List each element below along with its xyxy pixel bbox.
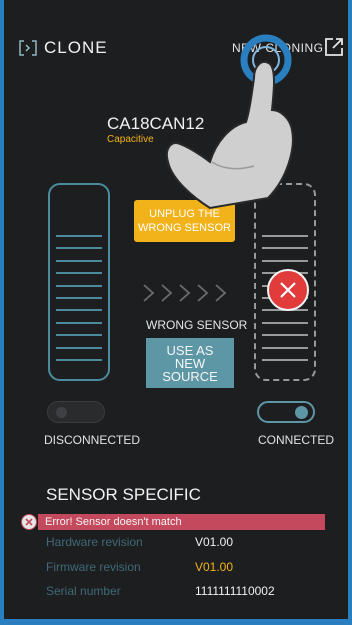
sensor-type-subtitle: Capacitive (107, 134, 154, 145)
toggle-knob (295, 406, 308, 419)
unplug-wrong-sensor-button[interactable]: UNPLUG THE WRONG SENSOR (134, 200, 235, 242)
use-as-new-source-button[interactable]: USE AS NEW SOURCE (146, 338, 234, 388)
sensor-stripes (56, 235, 102, 361)
use-line-3: SOURCE (162, 368, 218, 384)
disconnected-label: DISCONNECTED (44, 433, 141, 447)
sensor-model-title: CA18CAN12 (107, 114, 205, 133)
frame-bottom-bar (0, 619, 352, 625)
new-cloning-button[interactable]: NEW CLONING (232, 41, 324, 55)
logo-text: CLONE (44, 38, 108, 57)
sensor-specific-title: SENSOR SPECIFIC (46, 485, 201, 504)
connected-label: CONNECTED (258, 433, 335, 447)
serial-number-value: 1111111110002 (195, 584, 275, 598)
error-x-icon (267, 269, 309, 311)
use-line-2: NEW (174, 355, 206, 371)
chevrons-icon (143, 284, 227, 302)
toggle-knob (56, 407, 67, 418)
external-link-icon[interactable] (323, 36, 345, 58)
source-sensor-graphic (48, 183, 110, 381)
error-message-bar: Error! Sensor doesn't match (38, 514, 325, 530)
target-connection-toggle[interactable] (257, 401, 315, 423)
firmware-revision-value: V01.00 (195, 560, 234, 574)
use-line-1: USE AS (166, 342, 214, 358)
unplug-line-1: UNPLUG THE (149, 208, 220, 220)
hardware-revision-label: Hardware revision (46, 535, 143, 549)
source-connection-toggle[interactable] (47, 401, 105, 423)
unplug-line-2: WRONG SENSOR (138, 222, 231, 234)
logo-icon (18, 39, 38, 57)
app-logo: CLONE (18, 38, 108, 58)
hardware-revision-value: V01.00 (195, 535, 234, 549)
firmware-revision-label: Firmware revision (46, 560, 141, 574)
error-x-icon (21, 514, 37, 530)
serial-number-label: Serial number (46, 584, 121, 598)
wrong-sensor-label: WRONG SENSOR (146, 318, 248, 332)
